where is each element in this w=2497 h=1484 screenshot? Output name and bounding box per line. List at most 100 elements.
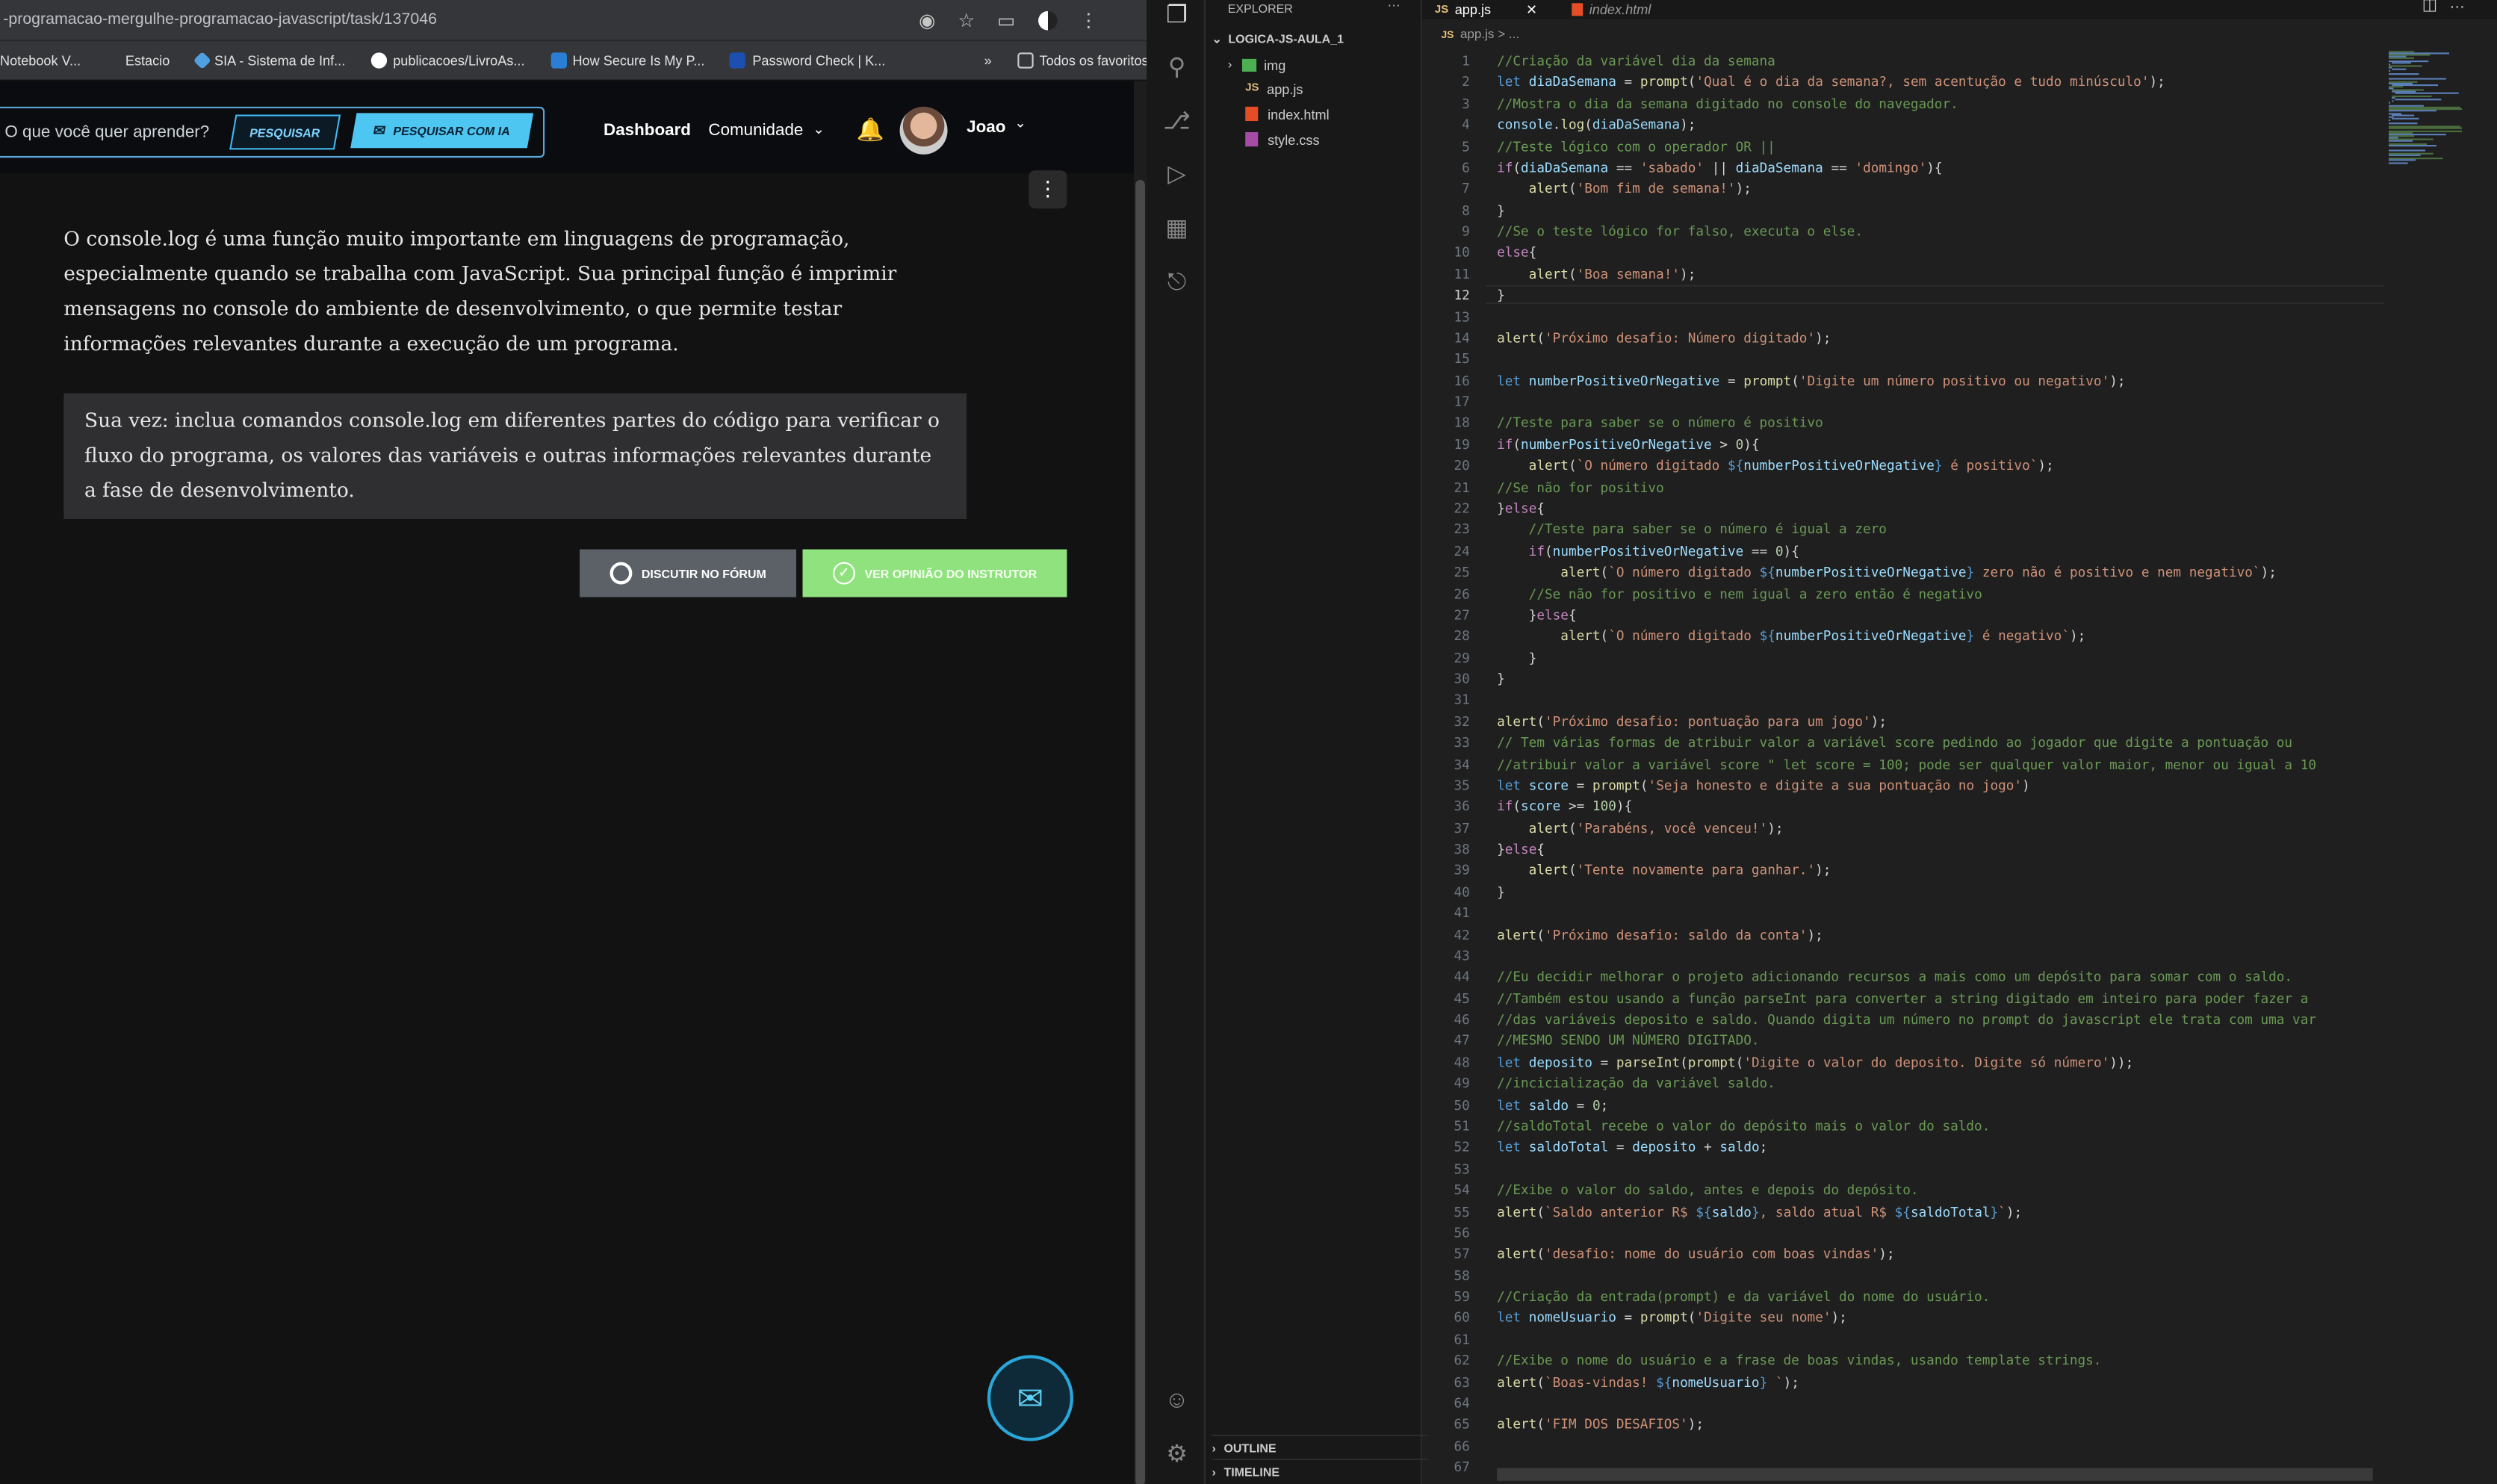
code-line[interactable]: //saldoTotal recebe o valor do depósito … xyxy=(1497,1118,1990,1134)
avatar[interactable] xyxy=(899,106,948,155)
tree-item-style-css[interactable]: style.css xyxy=(1245,128,1320,152)
ai-search-button[interactable]: ✉ PESQUISAR COM IA xyxy=(350,113,534,149)
search-icon[interactable]: ⚲ xyxy=(1161,52,1193,84)
code-line[interactable]: //atribuir valor a variável score " let … xyxy=(1497,756,2316,772)
instructor-opinion-button[interactable]: ✓ VER OPINIÃO DO INSTRUTOR xyxy=(802,549,1067,597)
code-line[interactable]: let numberPositiveOrNegative = prompt('D… xyxy=(1497,372,2125,388)
profile-icon[interactable] xyxy=(1037,10,1057,30)
code-line[interactable]: alert('FIM DOS DESAFIOS'); xyxy=(1497,1416,1704,1432)
forum-button[interactable]: DISCUTIR NO FÓRUM xyxy=(580,549,796,597)
run-debug-icon[interactable]: ▷ xyxy=(1161,159,1193,191)
more-menu-icon[interactable]: ⋮ xyxy=(1079,9,1099,31)
search-input[interactable]: O que você quer aprender? xyxy=(4,122,209,142)
star-icon[interactable]: ☆ xyxy=(958,9,975,31)
bookmark-howsecure[interactable]: How Secure Is My P... xyxy=(550,52,704,69)
bookmark-publicacoes[interactable]: publicacoes/LivroAs... xyxy=(370,52,524,69)
code-line[interactable]: alert('desafio: nome do usuário com boas… xyxy=(1497,1246,1895,1261)
extensions-icon[interactable]: ▦ xyxy=(1161,214,1193,246)
code-line[interactable]: if(numberPositiveOrNegative == 0){ xyxy=(1497,542,1799,558)
code-line[interactable]: if(diaDaSemana == 'sabado' || diaDaSeman… xyxy=(1497,159,1943,175)
code-line[interactable]: //incicialização da variável saldo. xyxy=(1497,1075,1775,1091)
tree-item-img[interactable]: › img xyxy=(1228,52,1286,76)
code-line[interactable]: alert(`Saldo anterior R$ ${saldo}, saldo… xyxy=(1497,1203,2022,1219)
bookmark-estacio[interactable]: Estacio xyxy=(125,52,170,68)
code-line[interactable]: let deposito = parseInt(prompt('Digite o… xyxy=(1497,1054,2133,1069)
code-line[interactable]: //Se o teste lógico for falso, executa o… xyxy=(1497,223,1863,239)
code-line[interactable]: //Criação da entrada(prompt) e da variáv… xyxy=(1497,1288,1990,1304)
minimap[interactable] xyxy=(2389,48,2472,176)
code-line[interactable]: alert('Bom fim de semana!'); xyxy=(1497,180,1752,196)
code-line[interactable]: //Criação da variável dia da semana xyxy=(1497,52,1775,68)
scrollbar-thumb[interactable] xyxy=(1135,179,1145,1484)
code-line[interactable]: console.log(diaDaSemana); xyxy=(1497,117,1696,132)
gear-icon[interactable]: ⚙ xyxy=(1161,1439,1193,1471)
all-favorites[interactable]: Todos os favoritos xyxy=(1017,52,1147,69)
code-line[interactable]: } xyxy=(1497,202,1505,217)
account-icon[interactable]: ☺ xyxy=(1161,1385,1193,1418)
files-icon[interactable]: ❐ xyxy=(1161,0,1193,32)
code-line[interactable]: let saldo = 0; xyxy=(1497,1096,1608,1112)
code-line[interactable]: alert('Próximo desafio: Número digitado'… xyxy=(1497,329,1831,345)
workspace-folder[interactable]: ⌄ LOGICA-JS-AULA_1 xyxy=(1212,27,1344,51)
url-text[interactable]: -programacao-mergulhe-programacao-javasc… xyxy=(3,11,437,28)
tab-app-js[interactable]: JS app.js ✕ xyxy=(1435,0,1537,19)
code-line[interactable]: //Exibe o valor do saldo, antes e depois… xyxy=(1497,1182,1918,1197)
code-line[interactable]: else{ xyxy=(1497,244,1536,260)
more-actions-icon[interactable]: … xyxy=(2449,0,2465,13)
code-line[interactable]: //Se não for positivo xyxy=(1497,479,1664,494)
timeline-section[interactable]: › TIMELINE xyxy=(1212,1458,1429,1483)
code-line[interactable]: alert('Parabéns, você venceu!'); xyxy=(1497,819,1784,835)
bookmark-sia[interactable]: SIA - Sistema de Inf... xyxy=(192,51,345,70)
code-line[interactable]: //Se não for positivo e nem igual a zero… xyxy=(1497,586,1982,601)
code-line[interactable]: let score = prompt('Seja honesto e digit… xyxy=(1497,777,2030,792)
close-icon[interactable]: ✕ xyxy=(1526,1,1537,18)
code-line[interactable]: } xyxy=(1497,671,1505,686)
code-line[interactable]: alert(`O número digitado ${numberPositiv… xyxy=(1497,564,2277,580)
tree-item-index-html[interactable]: index.html xyxy=(1245,102,1330,125)
code-line[interactable]: alert(`O número digitado ${numberPositiv… xyxy=(1497,628,2085,644)
breadcrumb-path[interactable]: app.js > ... xyxy=(1460,27,1519,41)
code-line[interactable]: alert('Próximo desafio: saldo da conta')… xyxy=(1497,926,1823,942)
code-line[interactable]: alert('Boa semana!'); xyxy=(1497,266,1696,282)
code-line[interactable]: alert(`Boas-vindas! ${nomeUsuario} `); xyxy=(1497,1373,1799,1389)
code-line[interactable]: let saldoTotal = deposito + saldo; xyxy=(1497,1139,1767,1155)
code-line[interactable]: //MESMO SENDO UM NÚMERO DIGITADO. xyxy=(1497,1033,1759,1049)
address-bar[interactable]: -programacao-mergulhe-programacao-javasc… xyxy=(0,0,1147,40)
code-line[interactable]: //Teste lógico com o operador OR || xyxy=(1497,137,1775,153)
horizontal-scrollbar[interactable] xyxy=(1497,1468,2373,1481)
code-line[interactable]: alert('Tente novamente para ganhar.'); xyxy=(1497,862,1831,878)
code-line[interactable]: let diaDaSemana = prompt('Qual é o dia d… xyxy=(1497,74,2165,90)
more-options-button[interactable]: ⋮ xyxy=(1029,170,1067,209)
source-control-icon[interactable]: ⎇ xyxy=(1161,107,1193,139)
code-line[interactable]: //Teste para saber se o número é igual a… xyxy=(1497,521,1887,537)
code-line[interactable]: if(numberPositiveOrNegative > 0){ xyxy=(1497,436,1760,452)
chevron-right-icon[interactable]: » xyxy=(984,52,991,68)
code-line[interactable]: } xyxy=(1497,649,1537,665)
code-line[interactable]: } xyxy=(1497,884,1505,899)
user-name[interactable]: Joao xyxy=(967,118,1005,137)
code-line[interactable]: // Tem várias formas de atribuir valor a… xyxy=(1497,734,2292,750)
more-actions-icon[interactable]: … xyxy=(1387,0,1401,10)
page-scrollbar[interactable] xyxy=(1133,81,1147,1484)
split-editor-icon[interactable]: ◫ xyxy=(2422,0,2437,14)
code-line[interactable]: //das variáveis deposito e saldo. Quando… xyxy=(1497,1011,2316,1027)
code-line[interactable]: //Mostra o dia da semana digitado no con… xyxy=(1497,95,1958,111)
code-line[interactable]: }else{ xyxy=(1497,606,1577,622)
code-line[interactable]: }else{ xyxy=(1497,841,1545,857)
tree-item-app-js[interactable]: JS app.js xyxy=(1245,76,1303,100)
outline-section[interactable]: › OUTLINE xyxy=(1212,1434,1429,1459)
bookmark-password-check[interactable]: Password Check | K... xyxy=(730,52,885,69)
tab-index-html[interactable]: index.html xyxy=(1572,0,1651,19)
code-line[interactable]: alert('Próximo desafio: pontuação para u… xyxy=(1497,713,1887,729)
code-line[interactable]: alert(`O número digitado ${numberPositiv… xyxy=(1497,457,2054,473)
remote-icon[interactable]: ⎋ xyxy=(1161,267,1193,299)
code-line[interactable]: //Também estou usando a função parseInt … xyxy=(1497,990,2308,1006)
chevron-down-icon[interactable]: ⌄ xyxy=(813,121,825,138)
code-line[interactable]: let nomeUsuario = prompt('Digite seu nom… xyxy=(1497,1309,1847,1325)
code-line[interactable]: if(score >= 100){ xyxy=(1497,798,1632,814)
bookmark-notebook[interactable]: Notebook V... xyxy=(0,52,81,68)
ai-chat-button[interactable]: ✉ xyxy=(987,1355,1073,1441)
bell-icon[interactable]: 🔔 xyxy=(857,117,884,143)
extensions-icon[interactable]: ▭ xyxy=(997,9,1015,31)
nav-dashboard[interactable]: Dashboard xyxy=(604,120,691,140)
